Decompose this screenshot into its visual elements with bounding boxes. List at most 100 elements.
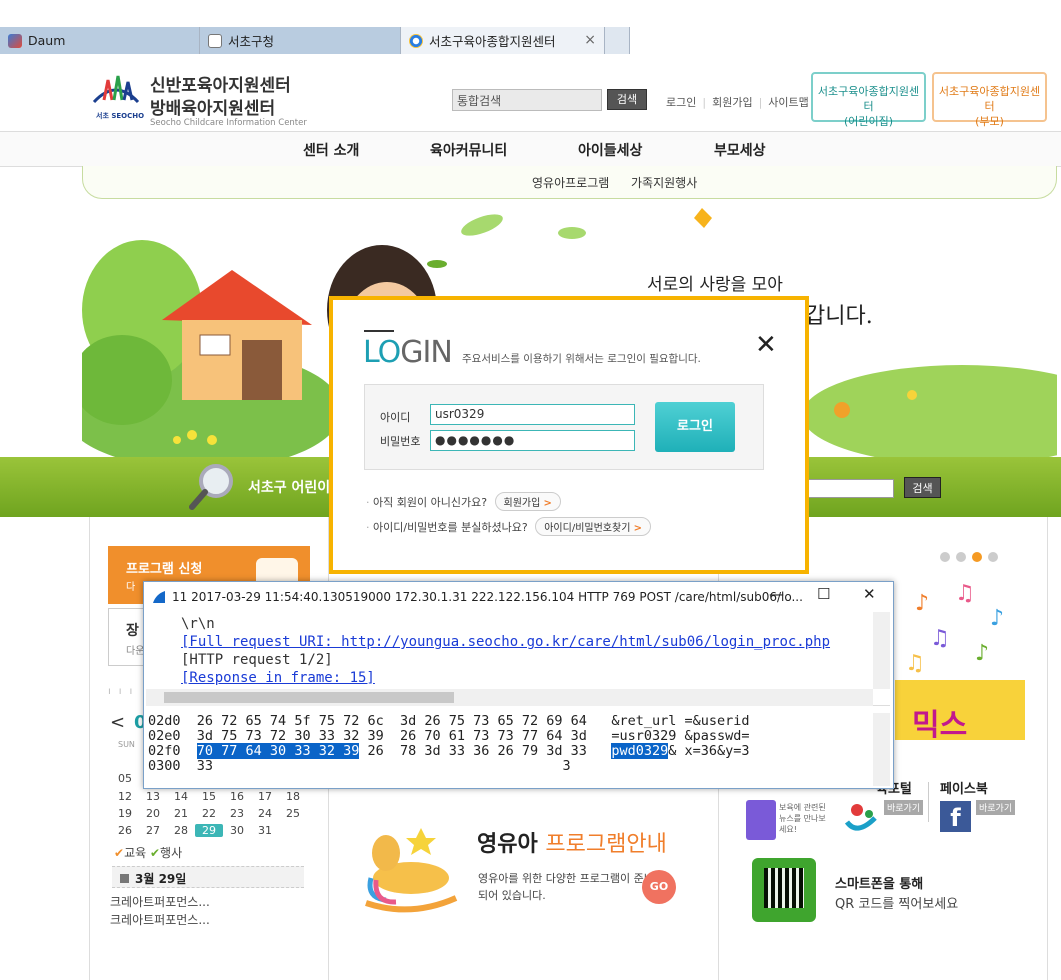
calendar-day[interactable]: 17 [251,790,279,803]
calendar-day[interactable]: 30 [223,824,251,837]
vertical-scrollbar[interactable] [873,713,890,786]
calendar-day[interactable]: 20 [139,807,167,820]
calendar-day[interactable]: 12 [111,790,139,803]
horizontal-scrollbar[interactable] [146,689,873,706]
hex-row[interactable]: 02f0 70 77 64 30 33 32 39 26 78 3d 33 36… [148,743,750,759]
id-label: 아이디 [380,411,411,424]
portal-logo-icon[interactable] [843,800,879,836]
search-button[interactable]: 검색 [607,89,647,110]
calendar-day[interactable]: 19 [111,807,139,820]
close-button[interactable]: ✕ [863,585,876,603]
slide-dot-active[interactable] [972,552,982,562]
search-input[interactable]: 통합검색 [452,89,602,111]
hex-bytes: 26 72 65 74 5f 75 72 6c [196,713,384,729]
logo-text: 서초 SEOCHO [96,112,145,120]
login-submit-button[interactable]: 로그인 [655,402,735,452]
calendar-day[interactable]: 15 [195,790,223,803]
calendar-sun-label: SUN [118,740,135,749]
sitemap-link[interactable]: 사이트맵 [768,96,808,109]
subnav-infant-program[interactable]: 영유아프로그램 [532,174,609,191]
subnav-family-event[interactable]: 가족지원행사 [631,174,697,191]
calendar-day[interactable]: 05 [111,772,139,785]
vertical-scrollbar[interactable] [873,612,890,689]
calendar-day[interactable]: 18 [279,790,307,803]
detail-line[interactable]: \r\n [181,616,215,632]
slide-dot[interactable] [988,552,998,562]
hex-ascii: 3 [562,758,571,774]
calendar-day[interactable]: 21 [167,807,195,820]
signup-link[interactable]: 회원가입 [712,96,752,109]
selected-date: 3월 29일 [135,872,187,886]
program-guide-go-button[interactable]: GO [642,870,676,904]
chevron-right-icon: > [633,523,642,534]
detail-line[interactable]: [HTTP request 1/2] [181,652,333,668]
site-logo[interactable]: 서초 SEOCHO [90,68,144,121]
calendar-day[interactable]: 28 [167,824,195,837]
tab-daum[interactable]: Daum [0,27,200,54]
site-title-line2: 방배육아지원센터 [150,99,276,119]
facebook-go-button[interactable]: 바로가기 [976,800,1016,815]
center-daycare-button[interactable]: 서초구육아종합지원센터 (어린이집) [811,72,926,128]
daycare-search-button[interactable]: 검색 [904,477,941,498]
center-parents-button[interactable]: 서초구육아종합지원센터 (부모) [932,72,1047,128]
login-close-icon[interactable]: ✕ [755,332,777,358]
event-link[interactable]: 크레아트퍼포먼스... [110,911,210,928]
packet-bytes-pane: 02d0 26 72 65 74 5f 75 72 6c 3d 26 75 73… [146,713,890,786]
hex-row[interactable]: 0300 33 3 [148,759,571,774]
button-label: 서초구육아종합지원센터 [817,85,920,113]
portal-go-button[interactable]: 바로가기 [884,800,924,815]
nav-kids-world[interactable]: 아이들세상 [578,140,642,160]
nav-center-intro[interactable]: 센터 소개 [303,140,359,160]
site-subtitle: Seocho Childcare Information Center [150,118,307,128]
id-input[interactable]: usr0329 [430,404,635,425]
hex-offset: 02e0 [148,728,181,744]
qr-code-icon [764,868,804,908]
new-tab-button[interactable] [605,27,630,54]
find-account-button-label: 아이디/비밀번호찾기 [544,523,631,534]
facebook-icon[interactable]: f [940,801,971,832]
nav-parents-world[interactable]: 부모세상 [714,140,766,160]
calendar-day[interactable]: 26 [111,824,139,837]
tab-close-icon[interactable]: × [584,32,596,48]
calendar-day[interactable]: 25 [279,807,307,820]
hex-row[interactable]: 02d0 26 72 65 74 5f 75 72 6c 3d 26 75 73… [148,714,749,729]
check-icon: ✔ [149,846,161,860]
calendar-day[interactable]: 23 [223,807,251,820]
bullet-icon: · [366,496,370,509]
banner-text: 믹스 [912,708,968,743]
tab-seocho-gu[interactable]: 서초구청 [200,27,401,54]
main-nav-bar [0,131,1061,167]
qr-text-line2: QR 코드를 찍어보세요 [835,897,959,912]
slide-dot[interactable] [940,552,950,562]
calendar-prev-button[interactable]: < [110,712,125,733]
signup-button[interactable]: 회원가입 > [494,492,561,511]
minimize-button[interactable]: — [769,585,784,603]
hex-row[interactable]: 02e0 3d 75 73 72 30 33 32 39 26 70 61 73… [148,729,749,744]
calendar-day[interactable]: 24 [251,807,279,820]
slide-dot[interactable] [956,552,966,562]
selected-date-bar: 3월 29일 [112,866,304,888]
calendar-today[interactable]: 29 [195,824,223,837]
login-link[interactable]: 로그인 [666,96,696,109]
rental-box-sub: 다운 [126,646,145,657]
qr-code-box [752,858,816,922]
calendar-day[interactable]: 16 [223,790,251,803]
nav-community[interactable]: 육아커뮤니티 [430,140,507,160]
scroll-thumb[interactable] [164,692,454,703]
calendar-day[interactable]: 13 [139,790,167,803]
calendar-day[interactable]: 27 [139,824,167,837]
calendar-day[interactable]: 14 [167,790,195,803]
calendar-day[interactable]: 31 [251,824,279,837]
magnifier-icon [189,464,233,510]
button-label: (어린이집) [843,115,894,128]
tab-childcare-center[interactable]: 서초구육아종합지원센터 × [401,27,605,54]
password-input[interactable]: ●●●●●●● [430,430,635,451]
find-account-button[interactable]: 아이디/비밀번호찾기 > [535,517,651,536]
daycare-search-label: 서초구 어린이 [248,480,331,496]
detail-link[interactable]: [Response in frame: 15] [181,670,375,686]
maximize-button[interactable]: ☐ [817,585,830,603]
detail-link[interactable]: [Full request URI: http://youngua.seocho… [181,634,830,650]
event-link[interactable]: 크레아트퍼포먼스... [110,893,210,910]
calendar-day[interactable]: 22 [195,807,223,820]
packet-window-titlebar[interactable]: 11 2017-03-29 11:54:40.130519000 172.30.… [144,582,893,611]
